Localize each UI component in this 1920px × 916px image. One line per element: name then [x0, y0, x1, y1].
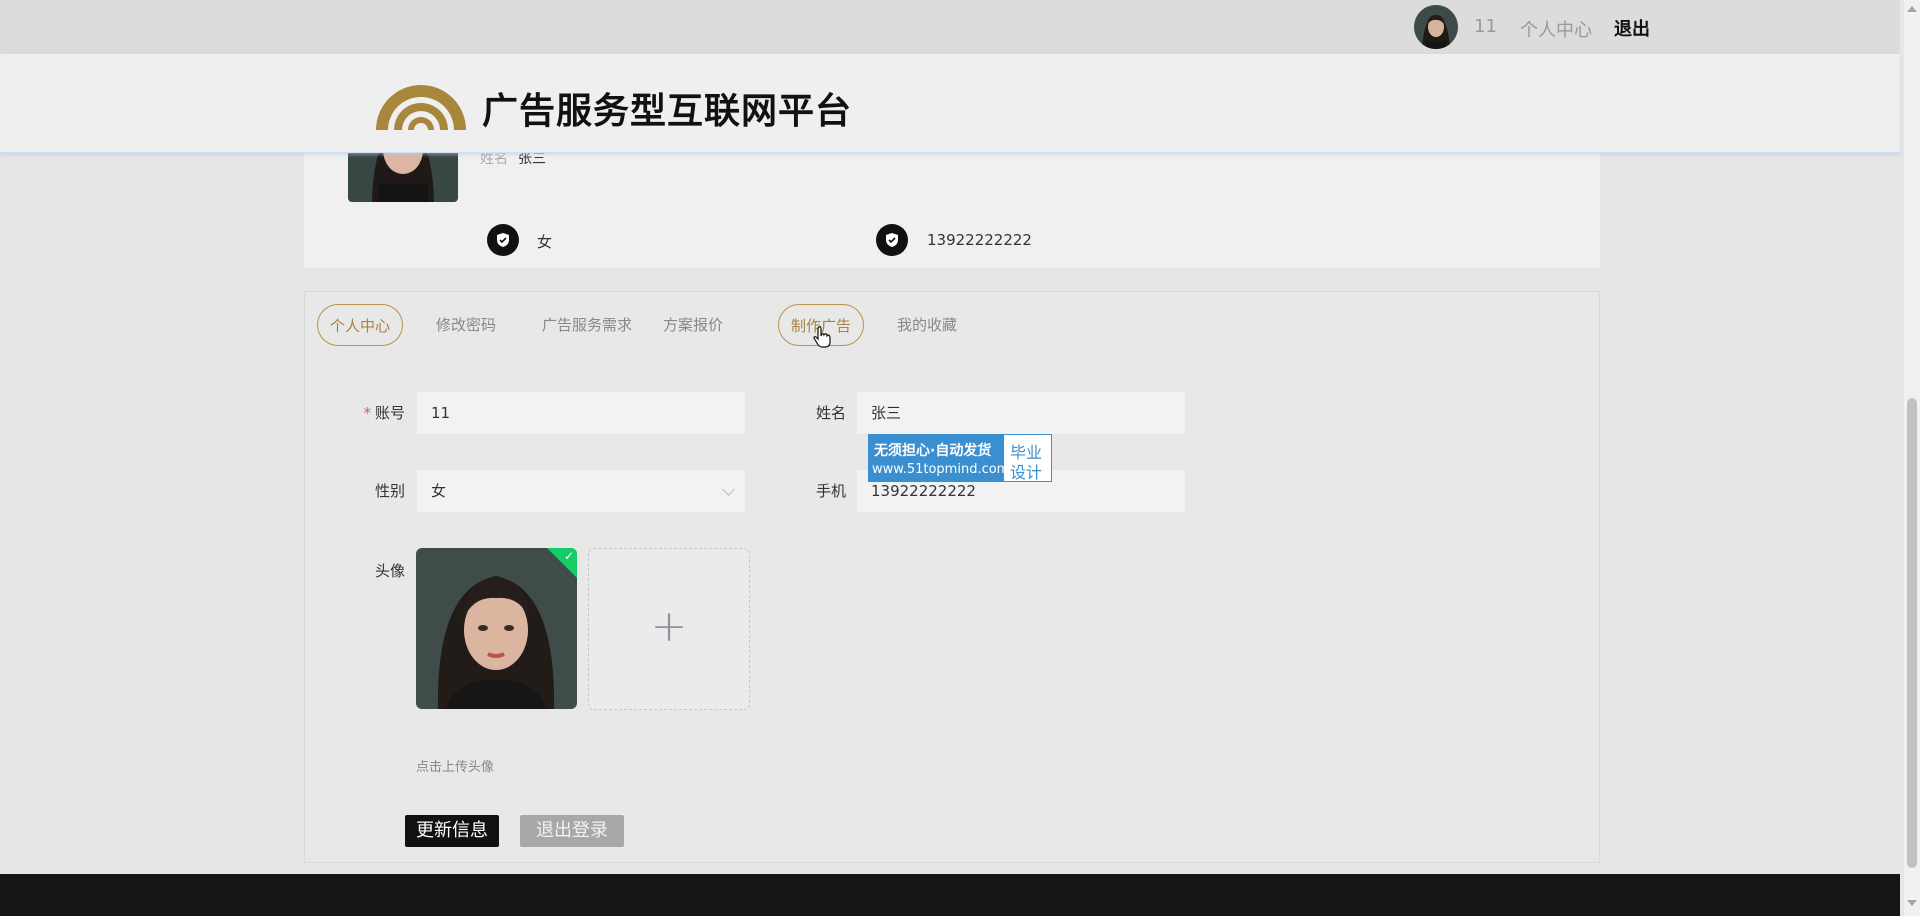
hand-cursor-icon: [813, 326, 831, 348]
avatar-image[interactable]: ✓: [416, 548, 577, 709]
tab-my-favorites[interactable]: 我的收藏: [885, 304, 969, 346]
logout-link[interactable]: 退出: [1614, 15, 1650, 41]
page-footer: [0, 874, 1900, 916]
tab-change-password[interactable]: 修改密码: [424, 304, 508, 346]
logo-icon[interactable]: [372, 72, 470, 134]
gender-select-value: 女: [431, 482, 447, 500]
user-id-text: 11: [1474, 16, 1497, 37]
plus-icon: +: [650, 601, 688, 652]
watermark-right2: 设计: [1010, 463, 1043, 482]
gender-label: 性别: [374, 482, 405, 500]
shield-icon: [876, 224, 908, 256]
scrollbar-thumb[interactable]: [1907, 398, 1917, 868]
site-header: 广告服务型互联网平台: [0, 54, 1900, 153]
user-avatar[interactable]: [1414, 5, 1458, 49]
site-title: 广告服务型互联网平台: [482, 91, 853, 132]
avatar-label: 头像: [374, 562, 405, 580]
top-bar: 11 个人中心 退出: [0, 0, 1900, 54]
name-label: 姓名: [815, 404, 846, 422]
tab-ad-service-demand[interactable]: 广告服务需求: [530, 304, 644, 346]
profile-card: 姓名 张三 女 13922222222: [304, 140, 1600, 268]
gender-select[interactable]: 女: [416, 469, 746, 513]
profile-gender: 女: [537, 233, 553, 251]
scroll-up-icon[interactable]: [1907, 6, 1917, 12]
personal-center-link[interactable]: 个人中心: [1520, 16, 1592, 42]
main-panel: 个人中心 修改密码 广告服务需求 方案报价 制作广告 我的收藏 * 账号 11 姓…: [304, 291, 1600, 863]
watermark-line1: 无须担心·自动发货: [874, 443, 992, 459]
phone-label: 手机: [815, 482, 846, 500]
account-label: * 账号: [345, 402, 405, 423]
tab-quotation[interactable]: 方案报价: [651, 304, 735, 346]
account-field[interactable]: 11: [416, 391, 746, 435]
update-info-button[interactable]: 更新信息: [405, 815, 499, 847]
upload-hint: 点击上传头像: [416, 760, 495, 775]
name-field[interactable]: 张三: [856, 391, 1186, 435]
watermark-line2: www.51topmind.com: [872, 462, 1010, 477]
upload-avatar-button[interactable]: +: [588, 548, 750, 710]
watermark-badge: 无须担心·自动发货 www.51topmind.com 毕业 设计: [868, 434, 1052, 482]
chevron-down-icon: [722, 483, 735, 496]
logout-button[interactable]: 退出登录: [520, 815, 624, 847]
required-mark: *: [363, 404, 371, 422]
shield-icon: [487, 224, 519, 256]
account-label-text: 账号: [374, 404, 405, 422]
tab-personal-center[interactable]: 个人中心: [317, 304, 404, 346]
watermark-left: 无须担心·自动发货 www.51topmind.com: [869, 435, 1009, 481]
profile-phone: 13922222222: [927, 231, 1032, 249]
scroll-down-icon[interactable]: [1907, 900, 1917, 906]
check-icon: ✓: [563, 549, 574, 563]
